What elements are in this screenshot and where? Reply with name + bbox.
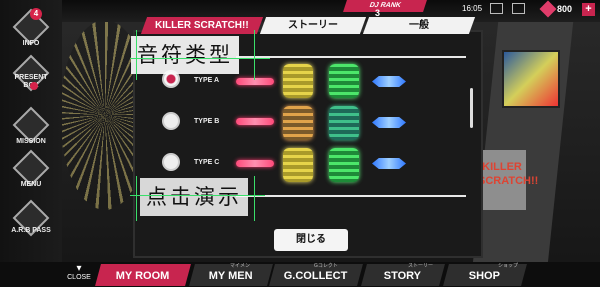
tab-sublabel: ショップ [498, 263, 519, 269]
type-label: TYPE A [194, 77, 220, 84]
close-nav-button[interactable]: ▾ CLOSE [62, 262, 96, 287]
tab-label: 一般 [409, 20, 429, 31]
close-dialog-button[interactable]: 閉じる [274, 229, 348, 251]
note-scratch-preview [329, 64, 359, 98]
tab-sublabel: ストーリー [408, 263, 434, 269]
guide-line [254, 176, 255, 221]
guide-line [130, 195, 265, 196]
menu-item-arb-pass[interactable]: A.R.B PASS [8, 199, 54, 251]
radio-type-b[interactable] [162, 112, 180, 130]
tab-my-room[interactable]: MY ROOM [95, 264, 191, 286]
note-type-caption: 音符类型 [131, 36, 239, 74]
currency-value: 800 [557, 4, 573, 14]
tab-general[interactable]: 一般 [362, 17, 476, 34]
note-flick-preview [372, 158, 406, 169]
event-banner-image[interactable] [502, 50, 560, 108]
menu-item-label: INFO [22, 40, 40, 47]
tap-demo-caption: 点击演示 [140, 178, 248, 216]
chevron-down-icon: ▾ [76, 263, 82, 274]
menu-item-menu[interactable]: MENU [8, 149, 54, 201]
tab-story-settings[interactable]: ストーリー [259, 17, 367, 34]
note-scratch-preview [329, 148, 359, 182]
tab-label: MY ROOM [115, 270, 170, 282]
killer-scratch-card: KILLER SCRATCH!! [478, 150, 538, 210]
guide-line [136, 30, 137, 80]
radio-type-c[interactable] [162, 153, 180, 171]
wifi-icon [490, 3, 503, 14]
tab-killer-scratch[interactable]: KILLER SCRATCH!! [140, 17, 264, 34]
divider [236, 195, 466, 197]
battery-icon [512, 3, 525, 14]
tab-sublabel: マイメン [230, 263, 251, 269]
guide-line [254, 30, 255, 80]
menu-item-label: A.R.B PASS [11, 227, 51, 234]
dj-rank-badge: DJ RANK [343, 0, 427, 12]
close-nav-label: CLOSE [67, 274, 91, 281]
guide-line [130, 58, 270, 59]
tab-sublabel: Gコレクト [314, 263, 338, 269]
note-hold-preview [283, 148, 313, 182]
tab-label: ストーリー [288, 20, 338, 31]
menu-item-info[interactable]: INFO [8, 8, 54, 60]
menu-item-label: MENU [20, 181, 42, 188]
tab-label: SHOP [469, 270, 501, 282]
note-tap-preview [236, 118, 274, 125]
note-scratch-preview [329, 106, 359, 140]
note-hold-preview [283, 106, 313, 140]
clock: 16:05 [462, 4, 483, 13]
type-label: TYPE C [194, 159, 220, 166]
scrollbar[interactable] [470, 88, 473, 128]
note-flick-preview [372, 76, 406, 87]
add-currency-button[interactable]: + [582, 3, 595, 16]
divider [236, 56, 466, 58]
screen: { "topbar": { "dj_rank_label": "DJ RANK"… [0, 0, 600, 287]
notification-badge: 4 [30, 8, 42, 20]
left-menu: INFO 4 PRESENT BOX MISSION MENU A.R.B PA… [0, 0, 62, 287]
type-label: TYPE B [194, 118, 220, 125]
menu-item-label: MISSION [16, 138, 46, 145]
note-tap-preview [236, 160, 274, 167]
note-flick-preview [372, 117, 406, 128]
note-tap-preview [236, 78, 274, 85]
dj-rank-label: DJ RANK [368, 2, 402, 9]
tab-label: KILLER SCRATCH!! [155, 20, 249, 31]
notification-dot [30, 82, 38, 90]
guide-line [136, 176, 137, 221]
note-hold-preview [283, 64, 313, 98]
